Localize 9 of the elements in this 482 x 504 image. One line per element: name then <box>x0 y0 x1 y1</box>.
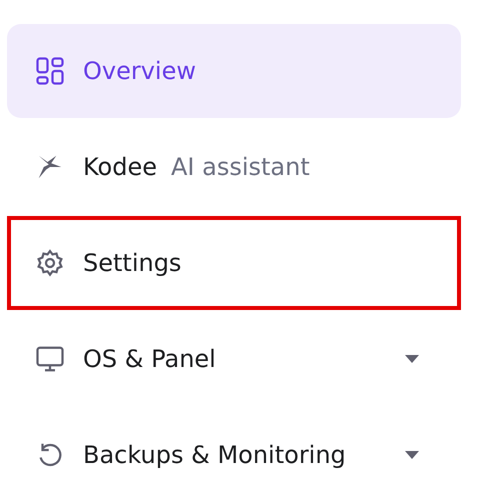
item-subtitle: AI assistant <box>171 153 310 181</box>
monitor-icon <box>35 344 65 374</box>
sidebar-item[interactable]: Backups & Monitoring <box>7 408 461 502</box>
sidebar-item[interactable]: Kodee AI assistant <box>7 120 461 214</box>
sidebar-item[interactable]: Overview <box>7 24 461 118</box>
settings-icon <box>35 248 65 278</box>
sidebar-item[interactable]: OS & Panel <box>7 312 461 406</box>
sidebar-item[interactable]: Settings <box>7 216 461 310</box>
grid-icon <box>35 56 65 86</box>
